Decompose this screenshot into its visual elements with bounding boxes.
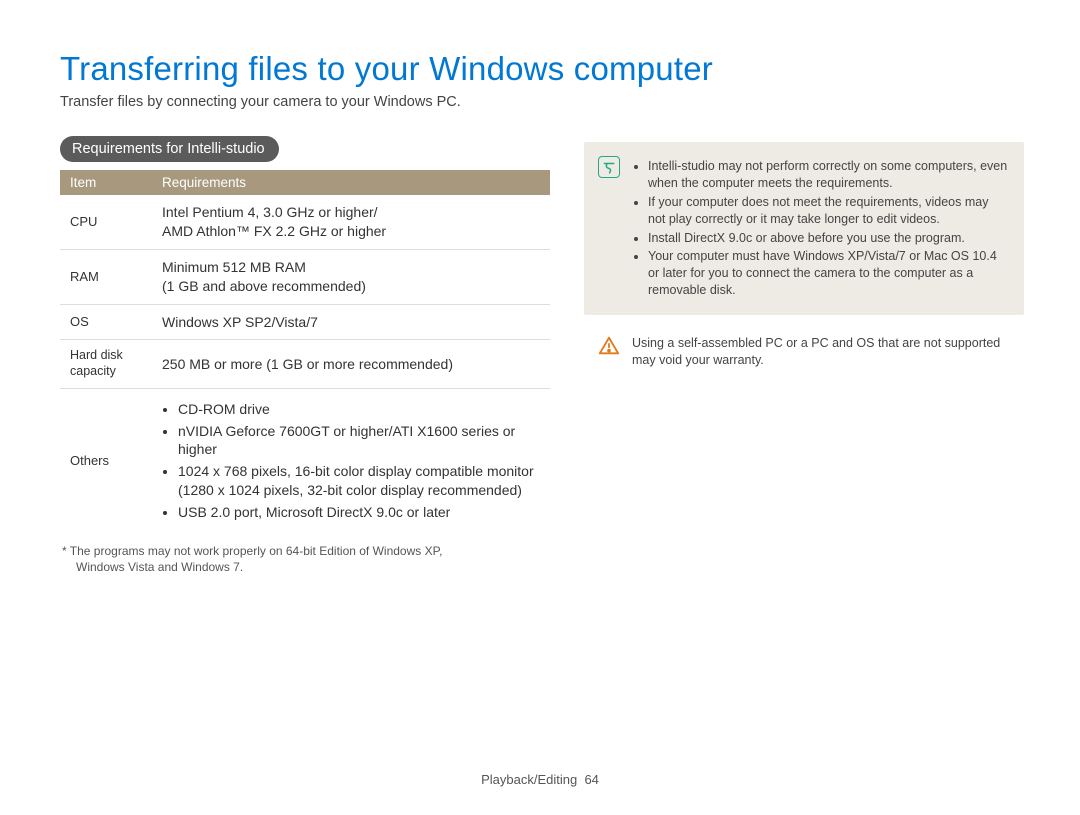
cell-value: Intel Pentium 4, 3.0 GHz or higher/ AMD … (152, 195, 550, 249)
note-list: Intelli-studio may not perform correctly… (632, 156, 1008, 301)
table-row: Others CD-ROM drive nVIDIA Geforce 7600G… (60, 388, 550, 533)
requirements-table: Item Requirements CPU Intel Pentium 4, 3… (60, 170, 550, 533)
cell-value: 250 MB or more (1 GB or more recommended… (152, 340, 550, 388)
section-heading: Requirements for Intelli-studio (60, 136, 279, 162)
footnote: * The programs may not work properly on … (60, 543, 550, 575)
right-column: Intelli-studio may not perform correctly… (584, 136, 1024, 369)
table-row: Hard disk capacity 250 MB or more (1 GB … (60, 340, 550, 388)
warning-line: Using a self-assembled PC or a PC and OS… (584, 335, 1024, 369)
list-item: If your computer does not meet the requi… (648, 194, 1008, 228)
cell-value: Minimum 512 MB RAM (1 GB and above recom… (152, 249, 550, 304)
footer-section: Playback/Editing (481, 772, 577, 787)
list-item: Intelli-studio may not perform correctly… (648, 158, 1008, 192)
th-item: Item (60, 170, 152, 195)
cell-label: RAM (60, 249, 152, 304)
left-column: Requirements for Intelli-studio Item Req… (60, 136, 550, 575)
cell-value: CD-ROM drive nVIDIA Geforce 7600GT or hi… (152, 388, 550, 533)
intro-text: Transfer files by connecting your camera… (60, 94, 1024, 110)
th-req: Requirements (152, 170, 550, 195)
list-item: Your computer must have Windows XP/Vista… (648, 248, 1008, 299)
note-box: Intelli-studio may not perform correctly… (584, 142, 1024, 315)
footnote-line2: Windows Vista and Windows 7. (62, 559, 550, 575)
list-item: CD-ROM drive (178, 400, 540, 419)
cell-label: CPU (60, 195, 152, 249)
warning-text: Using a self-assembled PC or a PC and OS… (632, 335, 1008, 369)
note-icon (598, 156, 620, 178)
footnote-line1: * The programs may not work properly on … (62, 544, 442, 558)
table-row: OS Windows XP SP2/Vista/7 (60, 304, 550, 340)
table-row: RAM Minimum 512 MB RAM (1 GB and above r… (60, 249, 550, 304)
others-list: CD-ROM drive nVIDIA Geforce 7600GT or hi… (162, 400, 540, 522)
cell-label: Hard disk capacity (60, 340, 152, 388)
warning-icon (598, 335, 620, 369)
table-row: CPU Intel Pentium 4, 3.0 GHz or higher/ … (60, 195, 550, 249)
list-item: 1024 x 768 pixels, 16-bit color display … (178, 462, 540, 500)
list-item: USB 2.0 port, Microsoft DirectX 9.0c or … (178, 503, 540, 522)
page-title: Transferring files to your Windows compu… (60, 50, 1024, 88)
cell-value: Windows XP SP2/Vista/7 (152, 304, 550, 340)
list-item: Install DirectX 9.0c or above before you… (648, 230, 1008, 247)
list-item: nVIDIA Geforce 7600GT or higher/ATI X160… (178, 422, 540, 460)
cell-label: OS (60, 304, 152, 340)
cell-label: Others (60, 388, 152, 533)
footer-page: 64 (584, 772, 598, 787)
page-footer: Playback/Editing 64 (0, 772, 1080, 787)
